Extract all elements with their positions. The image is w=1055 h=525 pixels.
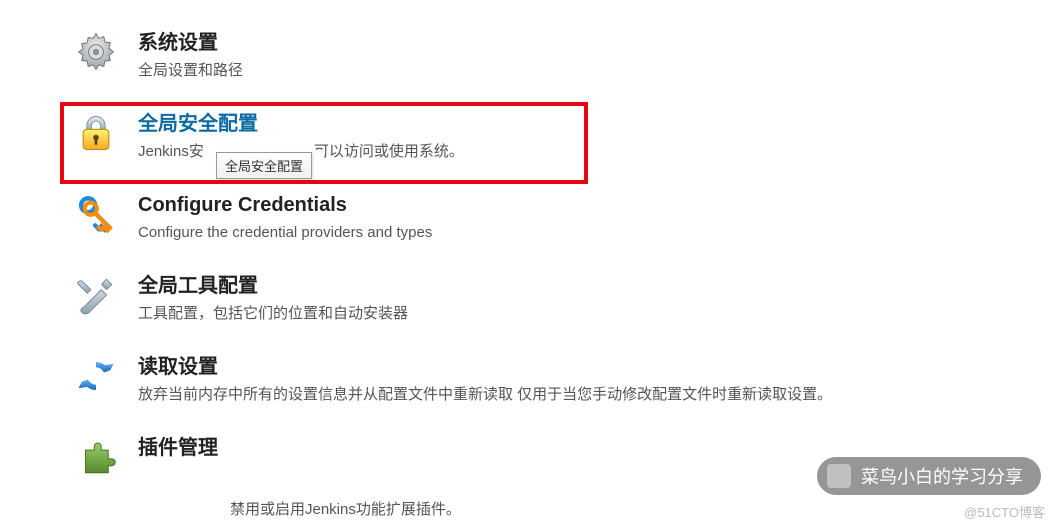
setting-title: 全局安全配置 [138, 111, 1055, 137]
setting-title: Configure Credentials [138, 192, 1055, 218]
setting-text: Configure Credentials Configure the cred… [138, 190, 1055, 243]
setting-desc: 工具配置，包括它们的位置和自动安装器 [138, 303, 1055, 324]
key-icon [72, 190, 120, 238]
setting-text: 插件管理 [138, 433, 1055, 465]
setting-text: 全局安全配置 Jenkins安可以访问或使用系统。 [138, 109, 1055, 162]
setting-desc: Configure the credential providers and t… [138, 222, 1055, 243]
setting-text: 读取设置 放弃当前内存中所有的设置信息并从配置文件中重新读取 仅用于当您手动修改… [138, 352, 1055, 405]
setting-desc: 放弃当前内存中所有的设置信息并从配置文件中重新读取 仅用于当您手动修改配置文件时… [138, 384, 1055, 405]
setting-text: 系统设置 全局设置和路径 [138, 28, 1055, 81]
setting-text: 全局工具配置 工具配置，包括它们的位置和自动安装器 [138, 271, 1055, 324]
setting-item-plugins[interactable]: 插件管理 [72, 423, 1055, 481]
setting-title: 系统设置 [138, 30, 1055, 56]
lock-icon [72, 109, 120, 157]
setting-desc: Jenkins安可以访问或使用系统。 [138, 141, 1055, 162]
setting-item-security[interactable]: 全局安全配置 Jenkins安可以访问或使用系统。 [72, 99, 1055, 180]
setting-title: 读取设置 [138, 354, 1055, 380]
setting-item-system[interactable]: 系统设置 全局设置和路径 [72, 18, 1055, 99]
setting-desc: 全局设置和路径 [138, 60, 1055, 81]
settings-list: 系统设置 全局设置和路径 全局安全配置 Jenkins安可以访问或使用系统。 C… [0, 0, 1055, 481]
plugin-icon [72, 433, 120, 481]
setting-title: 插件管理 [138, 435, 1055, 461]
reload-icon [72, 352, 120, 400]
gear-icon [72, 28, 120, 76]
plugin-subtext: 禁用或启用Jenkins功能扩展插件。 [230, 498, 461, 519]
setting-item-tools[interactable]: 全局工具配置 工具配置，包括它们的位置和自动安装器 [72, 261, 1055, 342]
tools-icon [72, 271, 120, 319]
setting-title: 全局工具配置 [138, 273, 1055, 299]
watermark-corner: @51CTO博客 [964, 502, 1045, 521]
setting-item-reload[interactable]: 读取设置 放弃当前内存中所有的设置信息并从配置文件中重新读取 仅用于当您手动修改… [72, 342, 1055, 423]
setting-item-credentials[interactable]: Configure Credentials Configure the cred… [72, 180, 1055, 261]
